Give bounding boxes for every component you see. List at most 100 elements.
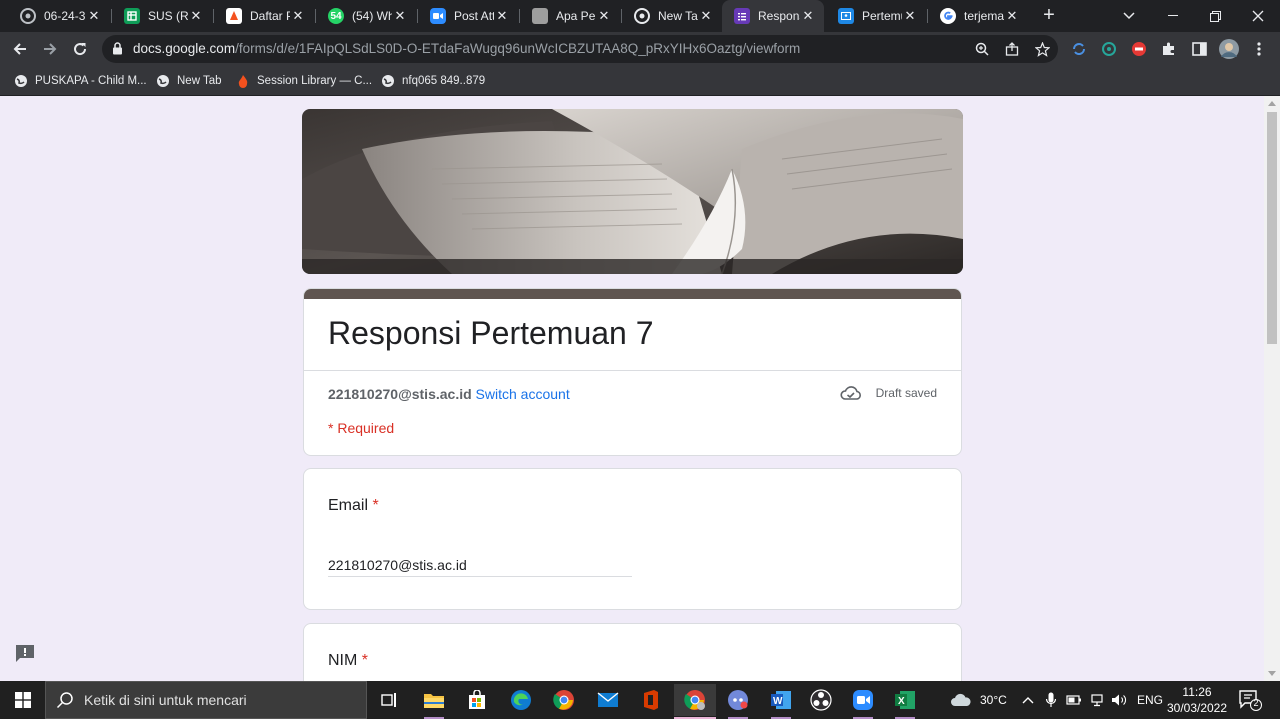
extensions-puzzle-icon[interactable] [1157, 37, 1181, 61]
taskbar-store[interactable] [456, 684, 498, 716]
form-title: Responsi Pertemuan 7 [328, 315, 654, 351]
tab-3[interactable]: 54 (54) Wha ✕ [316, 0, 416, 32]
taskbar-obs[interactable] [800, 684, 842, 716]
close-icon[interactable]: ✕ [800, 8, 816, 24]
taskbar-chrome-running[interactable] [674, 684, 716, 719]
tab-4[interactable]: Post Att ✕ [418, 0, 518, 32]
tab-search-button[interactable] [1107, 0, 1151, 32]
bookmark-item[interactable]: PUSKAPA - Child M... [14, 72, 147, 90]
close-icon[interactable]: ✕ [1004, 8, 1020, 24]
tab-2[interactable]: Daftar P ✕ [214, 0, 314, 32]
taskbar-excel[interactable]: X [884, 684, 926, 719]
folder-icon [424, 694, 444, 708]
form-title-card: Responsi Pertemuan 7 221810270@stis.ac.i… [303, 288, 962, 456]
tab-title: Daftar P [250, 9, 290, 23]
share-icon[interactable] [1004, 41, 1020, 57]
side-panel-icon[interactable] [1187, 37, 1211, 61]
taskbar-mail[interactable] [587, 684, 629, 716]
taskbar-clock[interactable]: 11:26 30/03/2022 [1160, 684, 1234, 716]
volume-tray[interactable] [1111, 681, 1127, 719]
question-title: NIM [328, 652, 358, 669]
taskbar-file-explorer[interactable] [413, 684, 455, 719]
new-tab-button[interactable]: + [1038, 4, 1060, 26]
close-icon[interactable]: ✕ [902, 8, 918, 24]
browser-toolbar: docs.google.com/forms/d/e/1FAIpQLSdLS0D-… [0, 32, 1280, 66]
scroll-up-icon[interactable] [1268, 101, 1276, 106]
avatar[interactable] [1217, 37, 1241, 61]
star-icon[interactable] [1034, 41, 1050, 57]
page-scrollbar[interactable] [1264, 96, 1280, 681]
close-window-button[interactable] [1236, 0, 1280, 32]
scrollbar-thumb[interactable] [1267, 112, 1277, 344]
forward-button[interactable] [38, 37, 62, 61]
tab-5[interactable]: Apa Pert ✕ [520, 0, 620, 32]
task-view-button[interactable] [369, 684, 411, 716]
scroll-down-icon[interactable] [1268, 671, 1276, 676]
bookmark-item[interactable]: New Tab [156, 72, 222, 90]
openai-extension-icon[interactable] [1097, 37, 1121, 61]
weather-widget[interactable]: 30°C [950, 681, 1007, 719]
sheets-icon [124, 8, 140, 24]
globe-icon [157, 75, 169, 87]
close-icon[interactable]: ✕ [494, 8, 510, 24]
close-icon[interactable]: ✕ [290, 8, 306, 24]
taskbar-edge[interactable] [500, 684, 542, 716]
recorder-extension-icon[interactable] [1127, 37, 1151, 61]
bookmark-item[interactable]: Session Library — C... [236, 72, 372, 90]
taskbar-discord[interactable] [717, 684, 759, 719]
close-icon[interactable]: ✕ [392, 8, 408, 24]
sync-extension-icon[interactable] [1067, 37, 1091, 61]
account-line: 221810270@stis.ac.id Switch account [328, 386, 570, 402]
notification-count: 2 [1253, 698, 1259, 708]
office-icon [644, 690, 658, 710]
required-asterisk: * [361, 652, 369, 669]
taskbar-chrome[interactable] [543, 684, 585, 716]
close-icon[interactable]: ✕ [86, 8, 102, 24]
taskbar-word[interactable]: W [760, 684, 802, 719]
switch-account-link[interactable]: Switch account [476, 386, 570, 402]
url-text[interactable]: docs.google.com/forms/d/e/1FAIpQLSdLS0D-… [133, 41, 800, 56]
edge-icon [511, 690, 531, 710]
tab-1[interactable]: SUS (Res ✕ [112, 0, 212, 32]
taskbar-zoom[interactable] [842, 684, 884, 719]
close-icon[interactable]: ✕ [698, 8, 714, 24]
battery-tray[interactable] [1066, 681, 1082, 719]
minimize-button[interactable] [1151, 0, 1195, 32]
tab-title: Pertemu [862, 9, 902, 23]
question-card-nim: NIM * [303, 623, 962, 681]
search-icon [56, 692, 73, 709]
taskbar-search-input[interactable]: Ketik di sini untuk mencari [45, 681, 367, 719]
tab-9[interactable]: terjemah ✕ [928, 0, 1028, 32]
close-icon[interactable]: ✕ [188, 8, 204, 24]
address-bar[interactable]: docs.google.com/forms/d/e/1FAIpQLSdLS0D-… [102, 35, 1058, 63]
speaker-icon [1112, 694, 1126, 706]
mail-icon [597, 692, 619, 707]
bookmark-item[interactable]: nfq065 849..879 [381, 72, 485, 90]
restore-button[interactable] [1193, 0, 1237, 32]
clock-time: 11:26 [1182, 685, 1212, 699]
microphone-tray[interactable] [1046, 681, 1056, 719]
tray-overflow-button[interactable] [1022, 681, 1034, 719]
tab-6[interactable]: New Tab ✕ [622, 0, 722, 32]
lock-icon[interactable] [112, 42, 123, 60]
tab-0[interactable]: 06-24-3 ✕ [8, 0, 110, 32]
back-button[interactable] [8, 37, 32, 61]
reload-button[interactable] [68, 37, 92, 61]
network-tray[interactable] [1090, 681, 1104, 719]
tab-8[interactable]: Pertemu ✕ [826, 0, 926, 32]
flame-icon [238, 75, 248, 88]
zoom-icon[interactable] [974, 41, 990, 57]
close-icon[interactable]: ✕ [596, 8, 612, 24]
title-card-accent-bar [304, 289, 961, 299]
url-host: docs.google.com [133, 41, 236, 56]
menu-icon[interactable] [1247, 37, 1271, 61]
notification-center-button[interactable]: 2 [1238, 689, 1262, 711]
tab-7-active[interactable]: Respons ✕ [722, 0, 824, 32]
taskbar-office[interactable] [630, 684, 672, 716]
store-icon [469, 690, 485, 709]
start-button[interactable] [0, 681, 45, 719]
microphone-icon [1046, 692, 1056, 707]
email-field[interactable] [328, 553, 632, 577]
report-feedback-icon[interactable] [14, 643, 36, 663]
tab-title: (54) Wha [352, 9, 392, 23]
